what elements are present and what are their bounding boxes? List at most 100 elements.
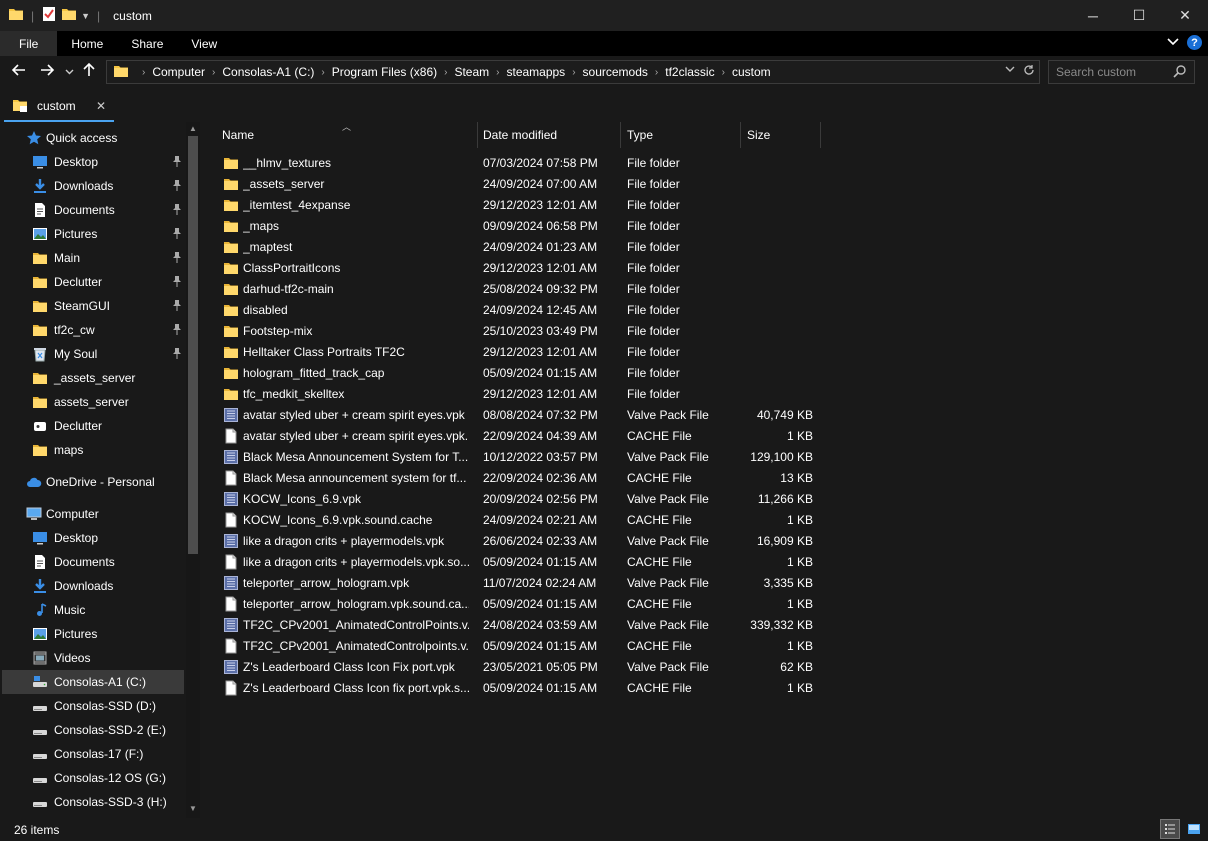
sidebar-item-downloads[interactable]: Downloads xyxy=(2,574,184,598)
table-row[interactable]: like a dragon crits + playermodels.vpk 26… xyxy=(202,531,1208,552)
table-row[interactable]: hologram_fitted_track_cap 05/09/2024 01:1… xyxy=(202,363,1208,384)
scroll-down-arrow-icon[interactable]: ▼ xyxy=(188,804,198,813)
sidebar-item-declutter[interactable]: Declutter xyxy=(2,270,184,294)
table-row[interactable]: TF2C_CPv2001_AnimatedControlpoints.v... 0… xyxy=(202,636,1208,657)
table-row[interactable]: ClassPortraitIcons 29/12/2023 12:01 AM Fil… xyxy=(202,258,1208,279)
sidebar-item-documents[interactable]: Documents xyxy=(2,198,184,222)
sidebar-item-pictures[interactable]: Pictures xyxy=(2,222,184,246)
navigation-scrollbar[interactable]: ▲ ▼ xyxy=(186,122,200,818)
breadcrumb-chevron-icon[interactable]: › xyxy=(572,67,575,78)
table-row[interactable]: avatar styled uber + cream spirit eyes.v… xyxy=(202,405,1208,426)
breadcrumb-item[interactable]: custom xyxy=(732,65,771,79)
tab-share[interactable]: Share xyxy=(117,31,177,56)
breadcrumb-chevron-icon[interactable]: › xyxy=(655,67,658,78)
breadcrumb-item[interactable]: tf2classic xyxy=(665,65,714,79)
column-header-type[interactable]: Type xyxy=(627,122,653,148)
sidebar-item-assets-server[interactable]: assets_server xyxy=(2,390,184,414)
properties-icon[interactable] xyxy=(41,6,57,25)
sidebar-item-assets-server[interactable]: _assets_server xyxy=(2,366,184,390)
column-header-size[interactable]: Size xyxy=(747,122,770,148)
sidebar-item-documents[interactable]: Documents xyxy=(2,550,184,574)
table-row[interactable]: Z's Leaderboard Class Icon Fix port.vpk 2… xyxy=(202,657,1208,678)
table-row[interactable]: TF2C_CPv2001_AnimatedControlPoints.v... 2… xyxy=(202,615,1208,636)
sidebar-item-onedrive-personal[interactable]: OneDrive - Personal xyxy=(2,470,184,494)
sidebar-item-tf2c-cw[interactable]: tf2c_cw xyxy=(2,318,184,342)
sidebar-item-declutter[interactable]: Declutter xyxy=(2,414,184,438)
sidebar-item-consolas-ssd-d[interactable]: Consolas-SSD (D:) xyxy=(2,694,184,718)
customize-toolbar-dropdown-icon[interactable]: ▼ xyxy=(81,11,90,21)
table-row[interactable]: _assets_server 24/09/2024 07:00 AM File fo… xyxy=(202,174,1208,195)
sidebar-item-desktop[interactable]: Desktop xyxy=(2,150,184,174)
sidebar-item-consolas-17-f[interactable]: Consolas-17 (F:) xyxy=(2,742,184,766)
table-row[interactable]: _itemtest_4expanse 29/12/2023 12:01 AM Fil… xyxy=(202,195,1208,216)
sidebar-item-computer[interactable]: Computer xyxy=(2,502,184,526)
scroll-up-arrow-icon[interactable]: ▲ xyxy=(188,124,198,133)
table-row[interactable]: tfc_medkit_skelltex 29/12/2023 12:01 AM Fi… xyxy=(202,384,1208,405)
column-divider[interactable] xyxy=(620,122,621,148)
breadcrumb-item[interactable]: Consolas-A1 (C:) xyxy=(222,65,314,79)
breadcrumb-item[interactable]: Computer xyxy=(152,65,205,79)
table-row[interactable]: Black Mesa Announcement System for T... 1… xyxy=(202,447,1208,468)
minimize-button[interactable]: ─ xyxy=(1070,0,1116,31)
breadcrumb-chevron-icon[interactable]: › xyxy=(444,67,447,78)
details-view-icon[interactable] xyxy=(1160,819,1180,839)
table-row[interactable]: like a dragon crits + playermodels.vpk.s… xyxy=(202,552,1208,573)
help-icon[interactable]: ? xyxy=(1187,35,1202,50)
table-row[interactable]: KOCW_Icons_6.9.vpk.sound.cache 24/09/2024… xyxy=(202,510,1208,531)
maximize-button[interactable]: ☐ xyxy=(1116,0,1162,31)
folder-icon[interactable] xyxy=(8,6,24,25)
column-header-date[interactable]: Date modified xyxy=(483,122,557,148)
breadcrumb-item[interactable]: Steam xyxy=(454,65,489,79)
sidebar-item-pictures[interactable]: Pictures xyxy=(2,622,184,646)
table-row[interactable]: KOCW_Icons_6.9.vpk 20/09/2024 02:56 PM Val… xyxy=(202,489,1208,510)
breadcrumb-chevron-icon[interactable]: › xyxy=(496,67,499,78)
table-row[interactable]: disabled 24/09/2024 12:45 AM File folder xyxy=(202,300,1208,321)
sidebar-item-videos[interactable]: Videos xyxy=(2,646,184,670)
close-button[interactable]: ✕ xyxy=(1162,0,1208,31)
breadcrumb-chevron-icon[interactable]: › xyxy=(321,67,324,78)
table-row[interactable]: Z's Leaderboard Class Icon fix port.vpk.… xyxy=(202,678,1208,699)
table-row[interactable]: Footstep-mix 25/10/2023 03:49 PM File fold… xyxy=(202,321,1208,342)
breadcrumb-chevron-icon[interactable]: › xyxy=(722,67,725,78)
search-input[interactable]: Search custom xyxy=(1048,60,1195,84)
sidebar-item-downloads[interactable]: Downloads xyxy=(2,174,184,198)
breadcrumb-chevron-icon[interactable]: › xyxy=(142,67,145,78)
table-row[interactable]: __hlmv_textures 07/03/2024 07:58 PM File f… xyxy=(202,153,1208,174)
refresh-icon[interactable] xyxy=(1023,64,1035,79)
table-row[interactable]: avatar styled uber + cream spirit eyes.v… xyxy=(202,426,1208,447)
tab-view[interactable]: View xyxy=(177,31,231,56)
sidebar-item-maps[interactable]: maps xyxy=(2,438,184,462)
tab-custom[interactable]: custom ✕ xyxy=(4,92,114,122)
forward-arrow-icon[interactable] xyxy=(36,62,58,83)
recent-locations-chevron-icon[interactable] xyxy=(62,67,76,78)
address-bar[interactable]: › Computer › Consolas-A1 (C:) › Program Files… xyxy=(106,60,1040,84)
table-row[interactable]: teleporter_arrow_hologram.vpk 11/07/2024 … xyxy=(202,573,1208,594)
table-row[interactable]: _maps 09/09/2024 06:58 PM File folder xyxy=(202,216,1208,237)
expand-ribbon-chevron-icon[interactable] xyxy=(1167,35,1179,50)
breadcrumb-item[interactable]: steamapps xyxy=(506,65,565,79)
sidebar-item-main[interactable]: Main xyxy=(2,246,184,270)
close-tab-icon[interactable]: ✕ xyxy=(96,99,106,113)
back-arrow-icon[interactable] xyxy=(8,62,30,83)
sidebar-item-consolas-a1-c[interactable]: Consolas-A1 (C:) xyxy=(2,670,184,694)
tab-file[interactable]: File xyxy=(0,31,58,56)
column-header-name[interactable]: Name xyxy=(222,122,254,148)
column-divider[interactable] xyxy=(820,122,821,148)
sidebar-item-quick-access[interactable]: Quick access xyxy=(2,126,184,150)
column-divider[interactable] xyxy=(477,122,478,148)
new-folder-icon[interactable] xyxy=(61,6,77,25)
table-row[interactable]: teleporter_arrow_hologram.vpk.sound.ca..… xyxy=(202,594,1208,615)
column-divider[interactable] xyxy=(740,122,741,148)
scrollbar-thumb[interactable] xyxy=(188,136,198,554)
breadcrumb-chevron-icon[interactable]: › xyxy=(212,67,215,78)
sidebar-item-consolas-ssd-2-e[interactable]: Consolas-SSD-2 (E:) xyxy=(2,718,184,742)
table-row[interactable]: darhud-tf2c-main 25/08/2024 09:32 PM File … xyxy=(202,279,1208,300)
sidebar-item-desktop[interactable]: Desktop xyxy=(2,526,184,550)
table-row[interactable]: Helltaker Class Portraits TF2C 29/12/2023… xyxy=(202,342,1208,363)
sidebar-item-my-soul[interactable]: My Soul xyxy=(2,342,184,366)
sidebar-item-steamgui[interactable]: SteamGUI xyxy=(2,294,184,318)
tab-home[interactable]: Home xyxy=(57,31,117,56)
sidebar-item-music[interactable]: Music xyxy=(2,598,184,622)
large-icons-view-icon[interactable] xyxy=(1184,819,1204,839)
sidebar-item-consolas-ssd-3-h[interactable]: Consolas-SSD-3 (H:) xyxy=(2,790,184,814)
